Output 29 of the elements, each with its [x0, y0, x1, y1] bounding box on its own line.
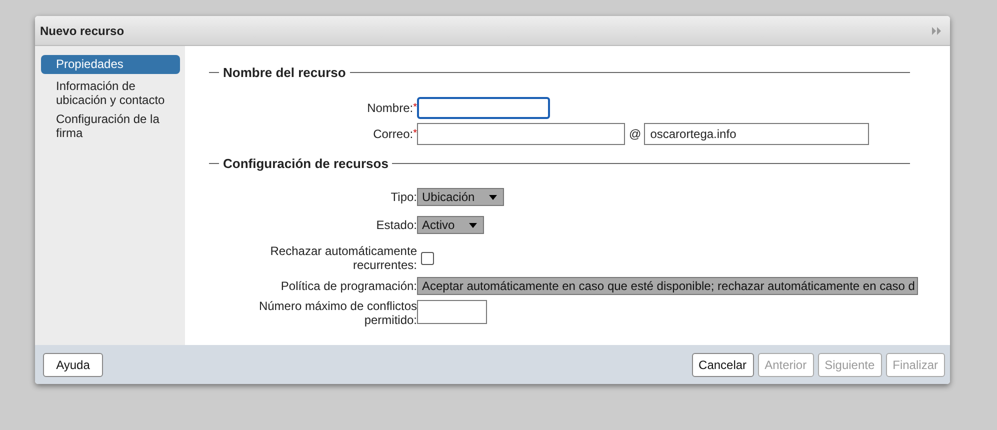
- field-label: Rechazar automáticamente recurrentes:: [270, 244, 417, 272]
- input-field[interactable]: [417, 123, 625, 145]
- caret-icon: [488, 194, 497, 200]
- dropdown[interactable]: Aceptar automáticamente en caso que esté disponible; rechazar automáticamente en caso d: [417, 277, 918, 295]
- section-title: Configuración de recursos: [223, 156, 388, 171]
- help-button[interactable]: Ayuda: [43, 352, 103, 376]
- field-label: Tipo:: [390, 190, 417, 204]
- field-label: Número máximo de conflictos permitido:: [258, 299, 417, 327]
- checkbox[interactable]: [421, 252, 434, 264]
- window-title: Nuevo recurso: [40, 24, 124, 38]
- field-label: Estado:: [376, 218, 417, 232]
- expand-icon[interactable]: [932, 26, 942, 34]
- footer-button[interactable]: Cancelar: [692, 352, 754, 376]
- input-field[interactable]: [417, 300, 487, 324]
- field-label: Política de programación:: [280, 279, 417, 293]
- required-mark: *: [413, 128, 417, 139]
- sidebar-item[interactable]: Información de ubicación y contacto: [41, 78, 180, 108]
- dropdown[interactable]: Ubicación: [417, 188, 504, 206]
- input-field[interactable]: [417, 97, 550, 119]
- field-label: Nombre:: [367, 101, 414, 115]
- section-title: Nombre del recurso: [223, 65, 346, 80]
- sidebar-item[interactable]: Propiedades: [41, 55, 180, 74]
- field-label: Correo:: [373, 127, 414, 141]
- dropdown[interactable]: Activo: [417, 216, 484, 234]
- at-sign: @: [629, 127, 642, 141]
- caret-icon: [468, 222, 477, 228]
- sidebar-item[interactable]: Configuración de la firma: [41, 111, 180, 141]
- domain-field[interactable]: oscarortega.info: [644, 123, 870, 145]
- required-mark: *: [413, 102, 417, 113]
